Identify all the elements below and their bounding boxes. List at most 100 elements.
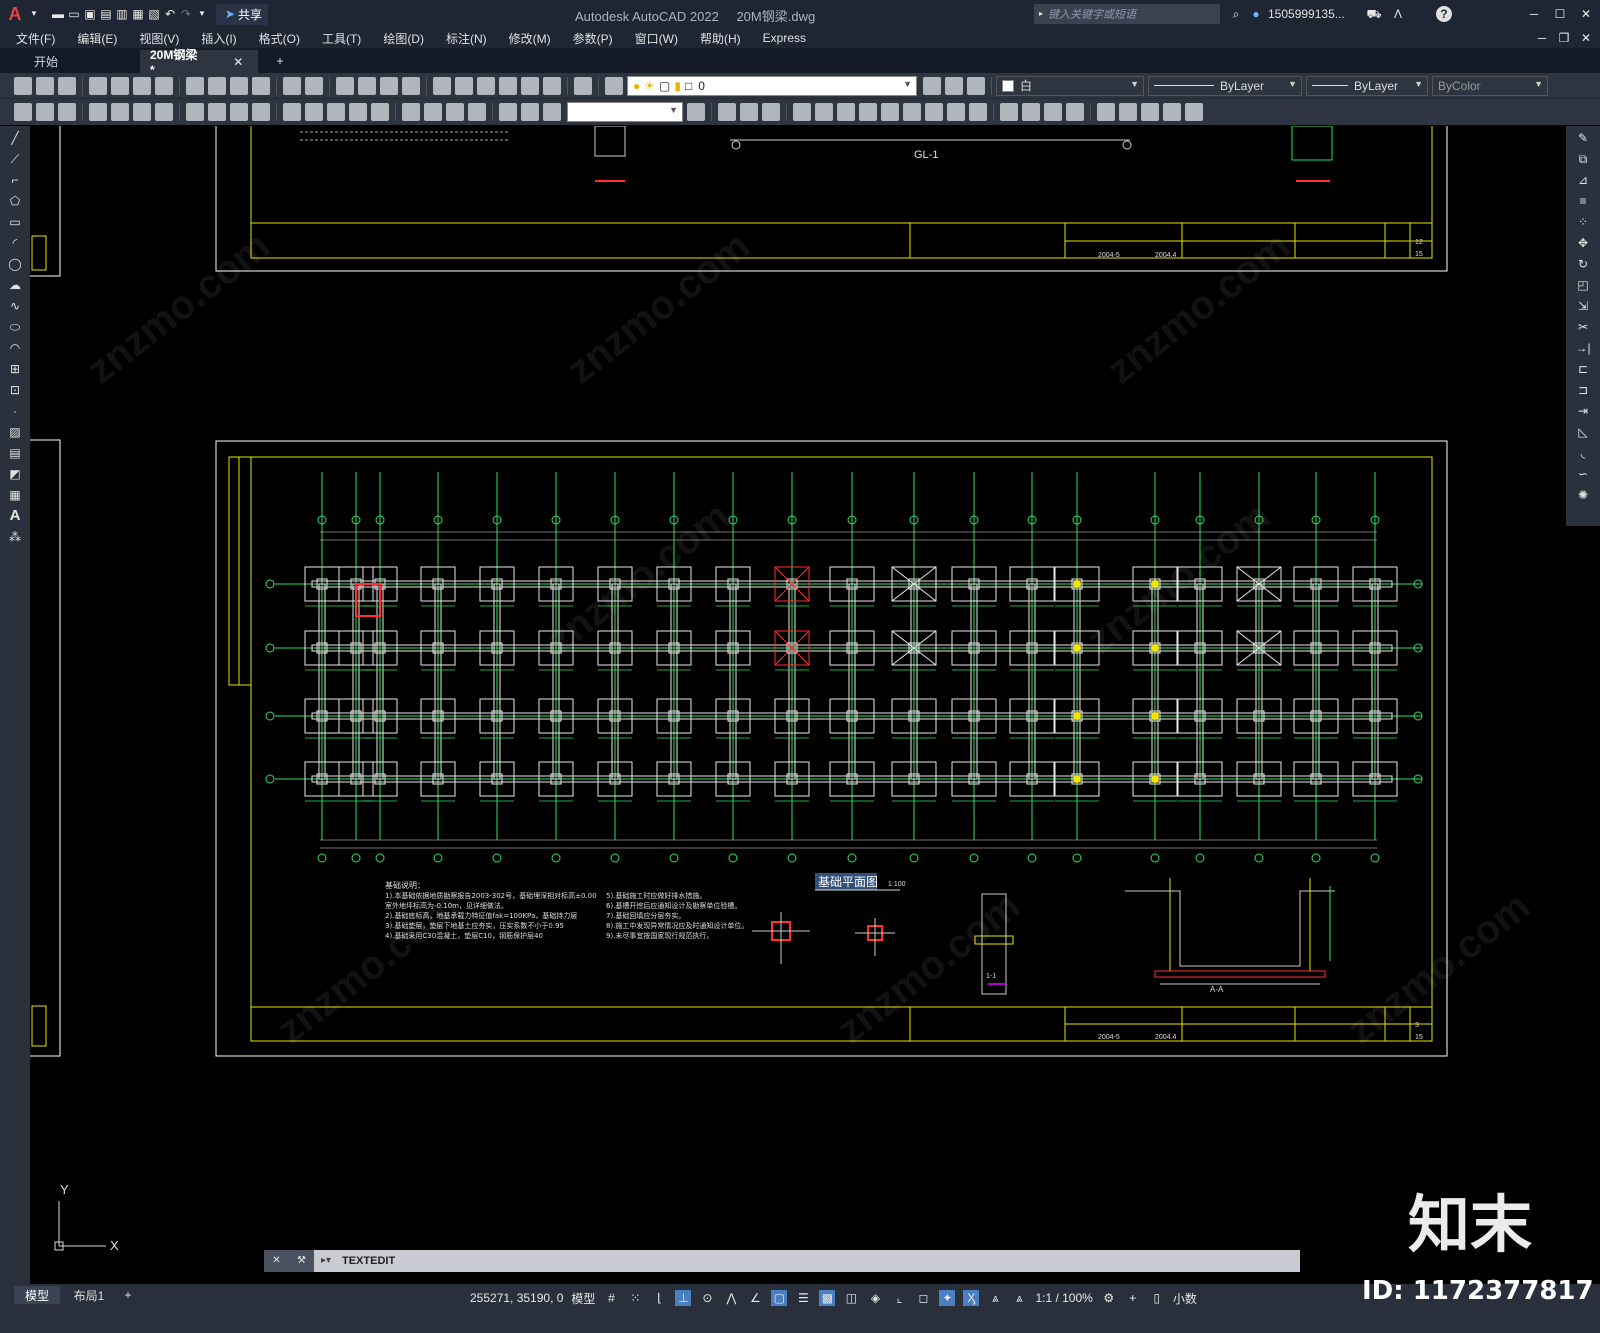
join-icon[interactable]: ⇥ [1574,402,1592,420]
arc-icon[interactable]: ◜ [6,234,24,252]
otrack-icon[interactable]: ∠ [747,1290,763,1306]
rectangle-icon[interactable]: ▭ [6,213,24,231]
save-as-icon[interactable]: ▤ [98,6,114,22]
modify-7-icon[interactable] [859,103,877,121]
menu-express[interactable]: Express [763,31,806,45]
open-web-icon[interactable]: ▥ [114,6,130,22]
modify-4-icon[interactable] [793,103,811,121]
doc-close-icon[interactable]: ✕ [1578,30,1594,46]
menu-dimension[interactable]: 标注(N) [446,30,487,47]
space-icon[interactable] [349,103,367,121]
break-icon[interactable] [371,103,389,121]
undo-icon[interactable]: ↶ [162,6,178,22]
menu-format[interactable]: 格式(O) [259,30,300,47]
annotation-visibility-icon[interactable]: Ӽ [963,1290,980,1306]
infer-icon[interactable]: ⌊ [651,1290,667,1306]
sheet-set-icon[interactable] [499,76,517,95]
search-box[interactable]: ▸ 键入关键字或短语 [1034,4,1220,24]
print-icon[interactable] [89,76,107,95]
osnap-icon[interactable]: ▢ [771,1290,788,1306]
menu-parametric[interactable]: 参数(P) [573,30,613,47]
tolerance-icon[interactable] [402,103,420,121]
dim-style-icon[interactable] [687,103,705,121]
snap-icon[interactable]: ⁙ [627,1290,643,1306]
dimstyle-dropdown[interactable]: ▼ [567,102,683,122]
polygon-icon[interactable]: ⬠ [6,192,24,210]
cart-icon[interactable]: ⛟ [1366,6,1382,22]
command-input[interactable]: TEXTEDIT [342,1255,395,1267]
isodraft-icon[interactable]: ⋀ [723,1290,739,1306]
blend-icon[interactable]: ∽ [1574,465,1592,483]
erase-icon[interactable]: ✎ [1574,129,1592,147]
properties-icon[interactable] [433,76,451,95]
linear-dim-icon[interactable] [89,103,107,121]
new-icon[interactable] [14,76,32,95]
lineweight-icon[interactable]: ☰ [795,1290,811,1306]
workspace-icon[interactable] [14,103,32,121]
minimize-icon[interactable]: ─ [1526,6,1542,22]
arc-length-icon[interactable] [133,103,151,121]
tab-drawing[interactable]: 20M钢梁* ✕ [140,48,258,77]
modify-20-icon[interactable] [1163,103,1181,121]
redo-icon[interactable] [305,76,323,95]
modify-5-icon[interactable] [815,103,833,121]
dynamic-ucs-icon[interactable]: ⌞ [891,1290,907,1306]
3d-print-icon[interactable] [155,76,173,95]
tab-close-icon[interactable]: ✕ [230,54,246,70]
open-icon[interactable] [36,76,54,95]
tab-start[interactable]: 开始 [0,50,140,73]
point-icon[interactable]: · [6,402,24,420]
customize-icon[interactable]: ▼ [194,6,210,22]
drawing-svg[interactable]: GL-1 2004-5 2004.4 12 15 2004-5 2004.4 3… [30,126,1566,1284]
wrench-icon[interactable]: ⚒ [294,1253,310,1269]
modify-15-icon[interactable] [1044,103,1062,121]
extend-icon[interactable]: →| [1574,339,1592,357]
polar-icon[interactable]: ⊙ [699,1290,715,1306]
gizmo-icon[interactable]: ✦ [939,1290,956,1306]
line-icon[interactable]: ╱ [6,129,24,147]
calculator-icon[interactable] [543,76,561,95]
construction-line-icon[interactable]: ⟋ [6,150,24,168]
stretch-icon[interactable]: ⇲ [1574,297,1592,315]
layer-previous-icon[interactable] [945,76,963,95]
annotation-scale[interactable]: 1:1 / 100% [1035,1291,1092,1305]
markup-icon[interactable] [521,76,539,95]
color-dropdown[interactable]: 白 ▼ [996,75,1144,96]
close-icon[interactable]: ✕ [1578,6,1594,22]
diameter-icon[interactable] [230,103,248,121]
tab-layout1[interactable]: 布局1 [64,1286,114,1304]
cut-icon[interactable] [186,76,204,95]
new-file-icon[interactable]: ▬ [50,6,66,22]
break-icon[interactable]: ⊐ [1574,381,1592,399]
pan-icon[interactable] [336,76,354,95]
preview-icon[interactable] [111,76,129,95]
chamfer-icon[interactable]: ◺ [1574,423,1592,441]
modify-16-icon[interactable] [1066,103,1084,121]
array-icon[interactable]: ⁘ [1574,213,1592,231]
mtext-icon[interactable]: A [6,507,24,525]
zoom-realtime-icon[interactable] [358,76,376,95]
publish-icon[interactable] [133,76,151,95]
modify-10-icon[interactable] [925,103,943,121]
grid-icon[interactable]: # [603,1290,619,1306]
modify-3-icon[interactable] [762,103,780,121]
layer-properties-icon[interactable] [605,76,623,95]
menu-file[interactable]: 文件(F) [16,30,55,47]
continue-icon[interactable] [327,103,345,121]
region-icon[interactable]: ◩ [6,465,24,483]
user-name[interactable]: 1505999135... [1268,7,1345,21]
coordinates[interactable]: 255271, 35190, 0 [470,1291,563,1305]
undo-icon[interactable] [283,76,301,95]
baseline-icon[interactable] [305,103,323,121]
inspection-icon[interactable] [446,103,464,121]
insert-block-icon[interactable]: ⊞ [6,360,24,378]
search-input[interactable]: 键入关键字或短语 [1048,6,1136,22]
modify-9-icon[interactable] [903,103,921,121]
aligned-dim-icon[interactable] [111,103,129,121]
paste-icon[interactable] [230,76,248,95]
help-icon[interactable] [574,76,592,95]
redo-icon[interactable]: ↷ [178,6,194,22]
plotstyle-dropdown[interactable]: ByColor ▼ [1432,75,1548,96]
search-icon[interactable]: ⌕ [1228,6,1244,22]
spline-icon[interactable]: ∿ [6,297,24,315]
